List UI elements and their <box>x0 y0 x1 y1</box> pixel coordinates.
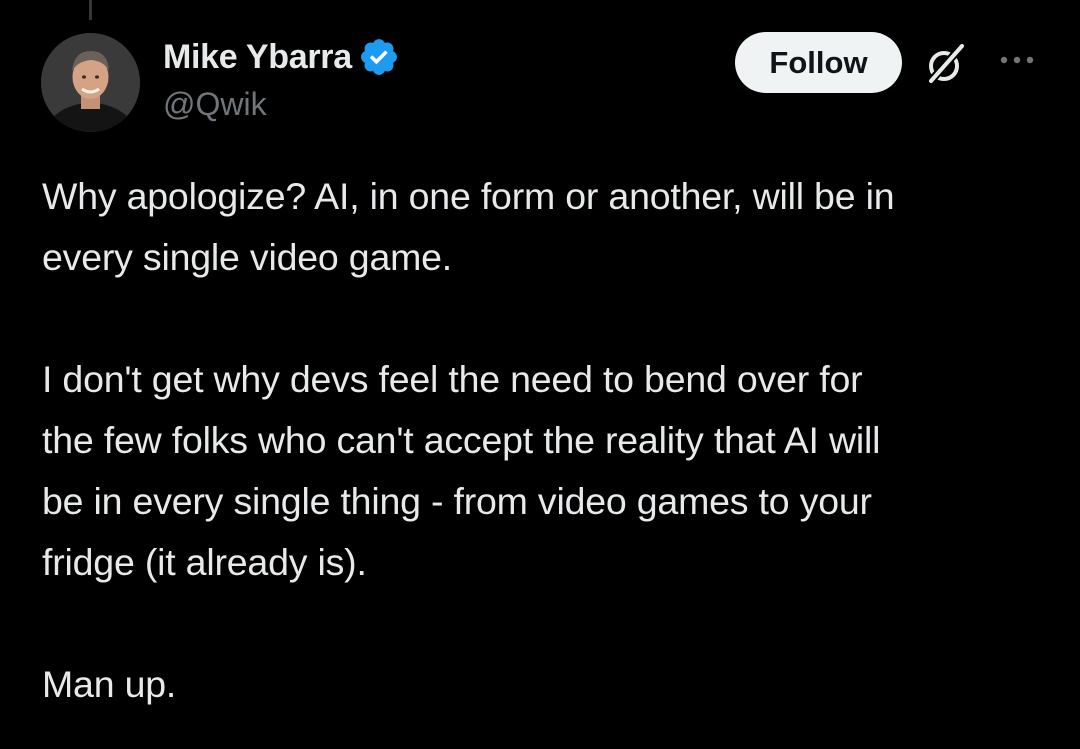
tweet-line: every single video game. <box>42 236 453 278</box>
verified-badge-icon[interactable] <box>358 36 400 78</box>
author-block: Mike Ybarra @Qwik <box>163 34 400 123</box>
thread-connector-line <box>89 0 92 20</box>
tweet-line: fridge (it already is). <box>42 541 367 583</box>
avatar-image <box>41 33 140 132</box>
grok-icon[interactable] <box>922 40 970 88</box>
name-row: Mike Ybarra <box>163 34 400 80</box>
tweet-line: I don't get why devs feel the need to be… <box>42 358 863 400</box>
tweet-paragraph: Why apologize? AI, in one form or anothe… <box>42 166 1052 288</box>
user-handle[interactable]: @Qwik <box>163 86 400 123</box>
tweet-text: Why apologize? AI, in one form or anothe… <box>42 166 1052 715</box>
tweet-paragraph: I don't get why devs feel the need to be… <box>42 349 1052 593</box>
tweet-line: the few folks who can't accept the reali… <box>42 419 881 461</box>
avatar[interactable] <box>41 33 140 132</box>
tweet-line: be in every single thing - from video ga… <box>42 480 872 522</box>
more-horizontal-icon[interactable] <box>998 52 1036 68</box>
tweet-line: Man up. <box>42 663 177 705</box>
display-name[interactable]: Mike Ybarra <box>163 38 352 77</box>
tweet-line: Why apologize? AI, in one form or anothe… <box>42 175 895 217</box>
tweet-paragraph: Man up. <box>42 654 1052 715</box>
follow-button[interactable]: Follow <box>735 32 902 93</box>
